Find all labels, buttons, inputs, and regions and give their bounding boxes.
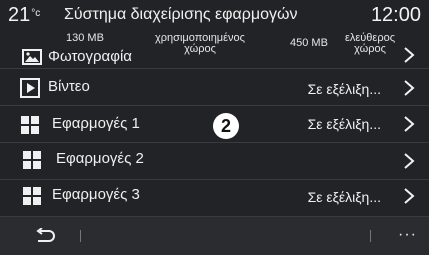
free-space-label: ελεύθερος χώρος (344, 32, 396, 55)
bottom-bar: ··· (0, 216, 429, 255)
divider (370, 230, 371, 242)
list-item-label: Φωτογραφία (48, 48, 132, 65)
list-item-label: Εφαρμογές 2 (56, 150, 144, 167)
free-space-size: 450 MB (290, 37, 328, 49)
status-text: Σε εξέλιξη... (307, 116, 381, 132)
status-bar: 21°c Σύστημα διαχείρισης εφαρμογών 12:00 (0, 0, 429, 30)
status-text: Σε εξέλιξη... (307, 81, 381, 97)
chevron-right-icon (399, 186, 419, 206)
photo-icon (22, 49, 42, 69)
apps-grid-icon (22, 150, 42, 170)
back-arrow-icon[interactable] (34, 227, 56, 244)
more-options-button[interactable]: ··· (398, 226, 417, 244)
list-item-label: Εφαρμογές 1 (52, 115, 140, 132)
temperature-unit: °c (31, 8, 41, 19)
page-title: Σύστημα διαχείρισης εφαρμογών (64, 6, 298, 23)
temperature-value: 21 (8, 4, 31, 26)
apps-grid-icon (22, 186, 42, 206)
callout-badge: 2 (213, 113, 239, 139)
chevron-right-icon (399, 114, 419, 134)
chevron-right-icon (399, 45, 419, 65)
temperature-display: 21°c (8, 4, 40, 27)
chevron-right-icon (399, 78, 419, 98)
list-item-photo[interactable]: 130 MB χρησιμοποιημένος χώρος 450 MB ελε… (0, 30, 429, 69)
chevron-right-icon (399, 151, 419, 171)
list-item-apps-3[interactable]: Εφαρμογές 3 Σε εξέλιξη... (0, 180, 429, 216)
list-item-apps-2[interactable]: Εφαρμογές 2 (0, 143, 429, 180)
used-space-size: 130 MB (66, 32, 104, 44)
divider (80, 230, 81, 242)
list-item-video[interactable]: Βίντεο Σε εξέλιξη... (0, 69, 429, 106)
list-item-label: Εφαρμογές 3 (52, 186, 140, 203)
video-play-icon (20, 78, 40, 98)
apps-grid-icon (20, 115, 40, 135)
status-text: Σε εξέλιξη... (307, 189, 381, 205)
used-space-label: χρησιμοποιημένος χώρος (155, 32, 245, 55)
app-manager-screen: 21°c Σύστημα διαχείρισης εφαρμογών 12:00… (0, 0, 429, 255)
list-item-label: Βίντεο (48, 78, 90, 95)
clock: 12:00 (370, 4, 421, 26)
